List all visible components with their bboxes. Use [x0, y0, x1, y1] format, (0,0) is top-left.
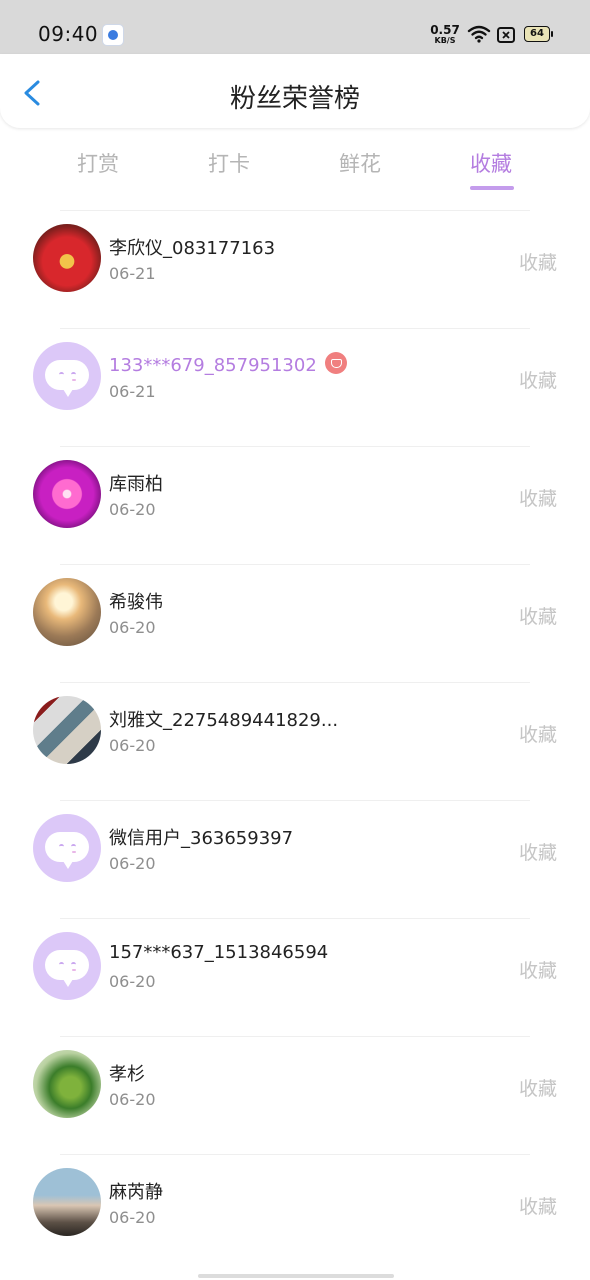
tab-bar: 打赏 打卡 鲜花 收藏 — [0, 140, 590, 196]
user-name: 刘雅文_2275489441829... — [109, 710, 339, 731]
baidu-app-icon — [102, 24, 124, 46]
action-label: 收藏 — [518, 724, 557, 746]
avatar — [33, 578, 101, 646]
list-item[interactable]: 刘雅文_2275489441829... 06-20 收藏 — [0, 682, 590, 800]
action-label: 收藏 — [518, 606, 557, 628]
item-date: 06-20 — [109, 1208, 156, 1227]
user-name: 李欣仪_083177163 — [109, 238, 276, 259]
user-name-vip: 133***679_857951302 — [109, 352, 347, 376]
network-speed: 0.57 KB/S — [430, 24, 460, 45]
user-name: 孝杉 — [109, 1064, 145, 1085]
avatar — [33, 932, 101, 1000]
tab-favorites[interactable]: 收藏 — [470, 148, 512, 178]
item-date: 06-20 — [109, 500, 156, 519]
user-name: 希骏伟 — [109, 592, 163, 613]
list-item[interactable]: 微信用户_363659397 06-20 收藏 — [0, 800, 590, 918]
user-name: 麻芮静 — [109, 1182, 163, 1203]
item-date: 06-20 — [109, 1090, 156, 1109]
avatar — [33, 224, 101, 292]
item-date: 06-20 — [109, 972, 156, 991]
battery-icon: 64 — [524, 26, 553, 42]
item-date: 06-20 — [109, 736, 156, 755]
list-item[interactable]: 孝杉 06-20 收藏 — [0, 1036, 590, 1154]
avatar — [33, 1168, 101, 1236]
active-tab-indicator — [470, 186, 514, 190]
list-item[interactable]: 157***637_1513846594 06-20 收藏 — [0, 918, 590, 1036]
status-time: 09:40 — [38, 22, 99, 46]
user-name: 库雨柏 — [109, 474, 163, 495]
item-date: 06-21 — [109, 264, 156, 283]
user-name: 157***637_1513846594 — [109, 942, 329, 963]
list-item[interactable]: 希骏伟 06-20 收藏 — [0, 564, 590, 682]
action-label: 收藏 — [518, 1078, 557, 1100]
item-date: 06-21 — [109, 382, 156, 401]
action-label: 收藏 — [518, 842, 557, 864]
tab-reward[interactable]: 打赏 — [77, 148, 119, 178]
avatar — [33, 342, 101, 410]
chat-bubble-icon — [45, 360, 89, 397]
avatar — [33, 460, 101, 528]
action-label: 收藏 — [518, 252, 557, 274]
tab-checkin[interactable]: 打卡 — [208, 148, 250, 178]
list-item[interactable]: 麻芮静 06-20 收藏 — [0, 1154, 590, 1272]
chat-bubble-icon — [45, 832, 89, 869]
fan-list: 李欣仪_083177163 06-21 收藏 133***679_8579513… — [0, 210, 590, 1272]
avatar — [33, 696, 101, 764]
avatar — [33, 1050, 101, 1118]
home-indicator[interactable] — [198, 1274, 394, 1278]
user-name: 微信用户_363659397 — [109, 828, 294, 849]
vip-diamond-icon — [324, 352, 347, 374]
action-label: 收藏 — [518, 1196, 557, 1218]
tab-flowers[interactable]: 鲜花 — [339, 148, 381, 178]
status-bar: 09:40 0.57 KB/S 64 — [0, 0, 590, 54]
list-item[interactable]: 李欣仪_083177163 06-21 收藏 — [0, 210, 590, 328]
list-item[interactable]: 133***679_857951302 06-21 收藏 — [0, 328, 590, 446]
chat-bubble-icon — [45, 950, 89, 987]
action-label: 收藏 — [518, 960, 557, 982]
avatar — [33, 814, 101, 882]
top-navigation-bar: 粉丝荣誉榜 — [0, 54, 590, 128]
list-item[interactable]: 库雨柏 06-20 收藏 — [0, 446, 590, 564]
user-name: 133***679_857951302 — [109, 355, 317, 376]
network-speed-unit: KB/S — [434, 36, 456, 45]
sim-icon — [497, 27, 515, 47]
action-label: 收藏 — [518, 488, 557, 510]
page-title: 粉丝荣誉榜 — [229, 84, 360, 114]
item-date: 06-20 — [109, 618, 156, 637]
item-date: 06-20 — [109, 854, 156, 873]
wifi-icon — [467, 25, 491, 47]
action-label: 收藏 — [518, 370, 557, 392]
network-speed-value: 0.57 — [430, 23, 460, 37]
